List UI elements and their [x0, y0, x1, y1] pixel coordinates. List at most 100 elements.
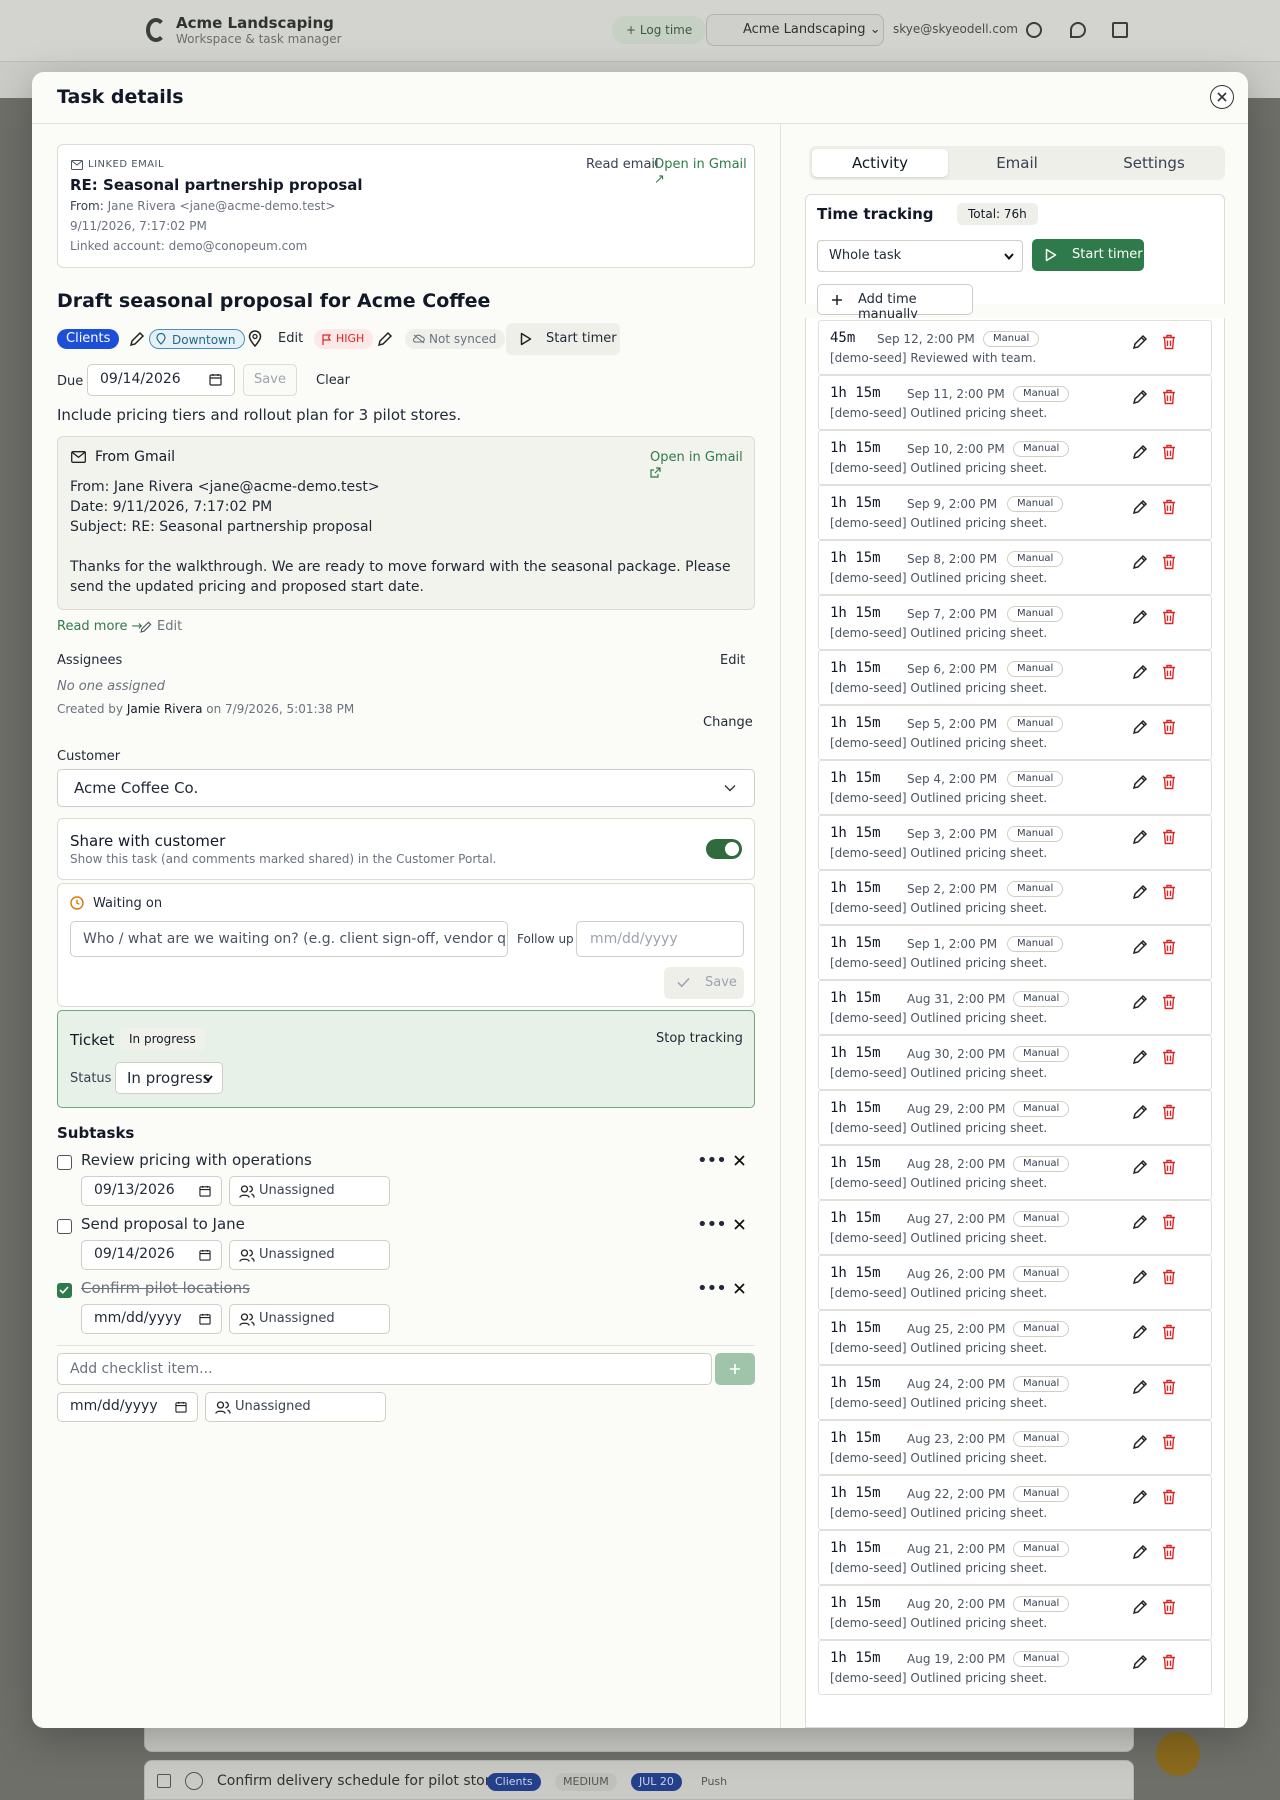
remove-subtask-icon[interactable] — [734, 1283, 745, 1294]
subtask-label[interactable]: Review pricing with operations — [81, 1151, 312, 1169]
map-pin-icon[interactable] — [248, 330, 262, 347]
tab-settings[interactable]: Settings — [1086, 149, 1222, 177]
subtask-date-input[interactable]: 09/14/2026 — [81, 1240, 222, 1270]
delete-entry-icon[interactable] — [1162, 994, 1176, 1014]
subtask-checkbox-checked[interactable] — [57, 1283, 72, 1298]
subtask-checkbox[interactable] — [57, 1155, 72, 1170]
bg-task-row[interactable]: Confirm delivery schedule for pilot stor… — [144, 1760, 1134, 1800]
remove-subtask-icon[interactable] — [734, 1155, 745, 1166]
edit-entry-icon[interactable] — [1132, 1599, 1148, 1619]
delete-entry-icon[interactable] — [1162, 774, 1176, 794]
edit-entry-icon[interactable] — [1132, 1324, 1148, 1344]
location-edit-link[interactable]: Edit — [278, 331, 303, 346]
delete-entry-icon[interactable] — [1162, 1489, 1176, 1509]
edit-entry-icon[interactable] — [1132, 1489, 1148, 1509]
delete-entry-icon[interactable] — [1162, 1379, 1176, 1399]
edit-entry-icon[interactable] — [1132, 499, 1148, 519]
delete-entry-icon[interactable] — [1162, 1434, 1176, 1454]
delete-entry-icon[interactable] — [1162, 1049, 1176, 1069]
assignees-edit-link[interactable]: Edit — [720, 653, 745, 668]
due-save-button[interactable]: Save — [243, 364, 297, 396]
globe-icon[interactable] — [1026, 22, 1042, 38]
calendar-icon[interactable] — [199, 1249, 211, 1261]
gmail-box-open-link[interactable]: Open in Gmail — [650, 450, 754, 480]
change-creator-link[interactable]: Change — [703, 715, 753, 730]
edit-entry-icon[interactable] — [1132, 939, 1148, 959]
workspace-switcher[interactable]: Acme Landscaping ⌄ — [706, 14, 884, 46]
delete-entry-icon[interactable] — [1162, 1269, 1176, 1289]
more-options-icon[interactable]: ••• — [697, 1214, 727, 1235]
logout-icon[interactable] — [1112, 22, 1128, 38]
edit-entry-icon[interactable] — [1132, 1379, 1148, 1399]
delete-entry-icon[interactable] — [1162, 1214, 1176, 1234]
customer-select[interactable]: Acme Coffee Co. — [57, 769, 755, 807]
follow-up-date-input[interactable]: mm/dd/yyyy — [576, 921, 744, 957]
edit-entry-icon[interactable] — [1132, 719, 1148, 739]
subtask-checkbox[interactable] — [57, 1219, 72, 1234]
add-checklist-input[interactable]: Add checklist item... — [57, 1353, 712, 1385]
add-checklist-date-input[interactable]: mm/dd/yyyy — [57, 1392, 198, 1422]
close-button[interactable] — [1210, 85, 1234, 109]
edit-entry-icon[interactable] — [1132, 774, 1148, 794]
due-clear-button[interactable]: Clear — [316, 373, 350, 388]
read-more-link[interactable]: Read more → — [57, 619, 143, 634]
start-timer-button[interactable]: Start timer — [506, 323, 620, 355]
moon-icon[interactable] — [1070, 22, 1086, 38]
delete-entry-icon[interactable] — [1162, 1104, 1176, 1124]
add-checklist-assignee-select[interactable]: Unassigned — [205, 1392, 386, 1422]
edit-entry-icon[interactable] — [1132, 994, 1148, 1014]
edit-priority-icon[interactable] — [377, 331, 393, 347]
subtask-label[interactable]: Confirm pilot locations — [81, 1279, 250, 1297]
subtask-date-input[interactable]: 09/13/2026 — [81, 1176, 222, 1206]
edit-entry-icon[interactable] — [1132, 444, 1148, 464]
log-time-button[interactable]: + Log time — [612, 16, 707, 44]
add-time-manually-button[interactable]: Add time manually — [817, 284, 973, 322]
tab-activity[interactable]: Activity — [812, 149, 948, 177]
calendar-icon[interactable] — [175, 1401, 187, 1413]
bg-row-checkbox[interactable] — [157, 1774, 171, 1788]
waiting-save-button[interactable]: Save — [664, 967, 744, 999]
edit-entry-icon[interactable] — [1132, 554, 1148, 574]
help-fab[interactable] — [1156, 1732, 1200, 1776]
subtask-assignee-select[interactable]: Unassigned — [229, 1240, 390, 1270]
time-scope-select[interactable]: Whole task — [817, 240, 1023, 272]
edit-entry-icon[interactable] — [1132, 1544, 1148, 1564]
add-checklist-button[interactable] — [715, 1353, 755, 1385]
delete-entry-icon[interactable] — [1162, 829, 1176, 849]
delete-entry-icon[interactable] — [1162, 939, 1176, 959]
ticket-status-select[interactable]: In progress — [115, 1062, 223, 1094]
time-start-timer-button[interactable]: Start timer — [1032, 239, 1144, 271]
calendar-icon[interactable] — [199, 1313, 211, 1325]
read-email-link[interactable]: Read email — [586, 157, 659, 172]
delete-entry-icon[interactable] — [1162, 499, 1176, 519]
bg-row-push[interactable]: Push — [693, 1773, 735, 1791]
task-description[interactable]: Include pricing tiers and rollout plan f… — [57, 406, 461, 424]
delete-entry-icon[interactable] — [1162, 389, 1176, 409]
delete-entry-icon[interactable] — [1162, 1654, 1176, 1674]
edit-entry-icon[interactable] — [1132, 609, 1148, 629]
tab-email[interactable]: Email — [949, 149, 1085, 177]
due-date-input[interactable]: 09/14/2026 — [87, 364, 235, 396]
edit-entry-icon[interactable] — [1132, 1049, 1148, 1069]
edit-tag-icon[interactable] — [129, 331, 145, 347]
subtask-assignee-select[interactable]: Unassigned — [229, 1176, 390, 1206]
delete-entry-icon[interactable] — [1162, 334, 1176, 354]
edit-entry-icon[interactable] — [1132, 334, 1148, 354]
more-options-icon[interactable]: ••• — [697, 1278, 727, 1299]
calendar-icon[interactable] — [209, 373, 222, 386]
delete-entry-icon[interactable] — [1162, 1159, 1176, 1179]
edit-entry-icon[interactable] — [1132, 829, 1148, 849]
delete-entry-icon[interactable] — [1162, 719, 1176, 739]
subtask-date-input[interactable]: mm/dd/yyyy — [81, 1304, 222, 1334]
edit-entry-icon[interactable] — [1132, 1269, 1148, 1289]
remove-subtask-icon[interactable] — [734, 1219, 745, 1230]
subtask-label[interactable]: Send proposal to Jane — [81, 1215, 245, 1233]
status-circle-icon[interactable] — [185, 1772, 203, 1790]
waiting-on-input[interactable]: Who / what are we waiting on? (e.g. clie… — [70, 921, 508, 957]
edit-entry-icon[interactable] — [1132, 389, 1148, 409]
delete-entry-icon[interactable] — [1162, 444, 1176, 464]
share-toggle[interactable] — [706, 839, 742, 859]
stop-tracking-button[interactable]: Stop tracking — [656, 1031, 743, 1046]
description-edit-link[interactable]: Edit — [157, 619, 182, 634]
open-in-gmail-link[interactable]: Open in Gmail ↗ — [654, 157, 754, 187]
